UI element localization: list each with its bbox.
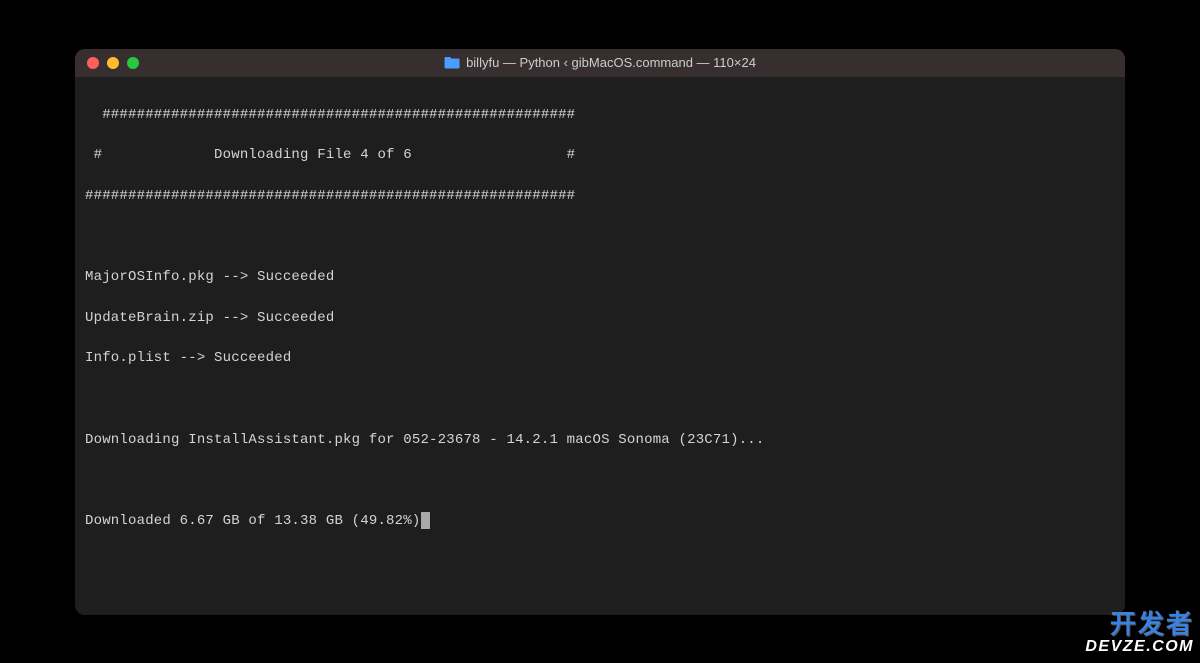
minimize-button[interactable]	[107, 57, 119, 69]
folder-icon	[444, 56, 460, 69]
maximize-button[interactable]	[127, 57, 139, 69]
title-bar: billyfu — Python ‹ gibMacOS.command — 11…	[75, 49, 1125, 77]
download-result-line: MajorOSInfo.pkg --> Succeeded	[85, 267, 1115, 287]
blank-line	[85, 470, 1115, 490]
cursor	[421, 512, 430, 529]
traffic-lights	[87, 57, 139, 69]
blank-line	[85, 227, 1115, 247]
blank-line	[85, 389, 1115, 409]
banner-line: ########################################…	[85, 186, 1115, 206]
close-button[interactable]	[87, 57, 99, 69]
progress-text: Downloaded 6.67 GB of 13.38 GB (49.82%)	[85, 513, 420, 529]
window-title-text: billyfu — Python ‹ gibMacOS.command — 11…	[466, 55, 756, 70]
terminal-body[interactable]: ########################################…	[75, 77, 1125, 580]
downloading-line: Downloading InstallAssistant.pkg for 052…	[85, 430, 1115, 450]
window-title: billyfu — Python ‹ gibMacOS.command — 11…	[444, 55, 756, 70]
progress-line: Downloaded 6.67 GB of 13.38 GB (49.82%)	[85, 511, 1115, 531]
watermark-en: DEVZE.COM	[1085, 639, 1194, 655]
banner-line: # Downloading File 4 of 6 #	[85, 145, 1115, 165]
terminal-window: billyfu — Python ‹ gibMacOS.command — 11…	[75, 49, 1125, 615]
watermark-cn: 开发者	[1085, 611, 1194, 637]
banner-line: ########################################…	[85, 105, 1115, 125]
download-result-line: Info.plist --> Succeeded	[85, 348, 1115, 368]
watermark: 开发者 DEVZE.COM	[1085, 611, 1194, 655]
download-result-line: UpdateBrain.zip --> Succeeded	[85, 308, 1115, 328]
